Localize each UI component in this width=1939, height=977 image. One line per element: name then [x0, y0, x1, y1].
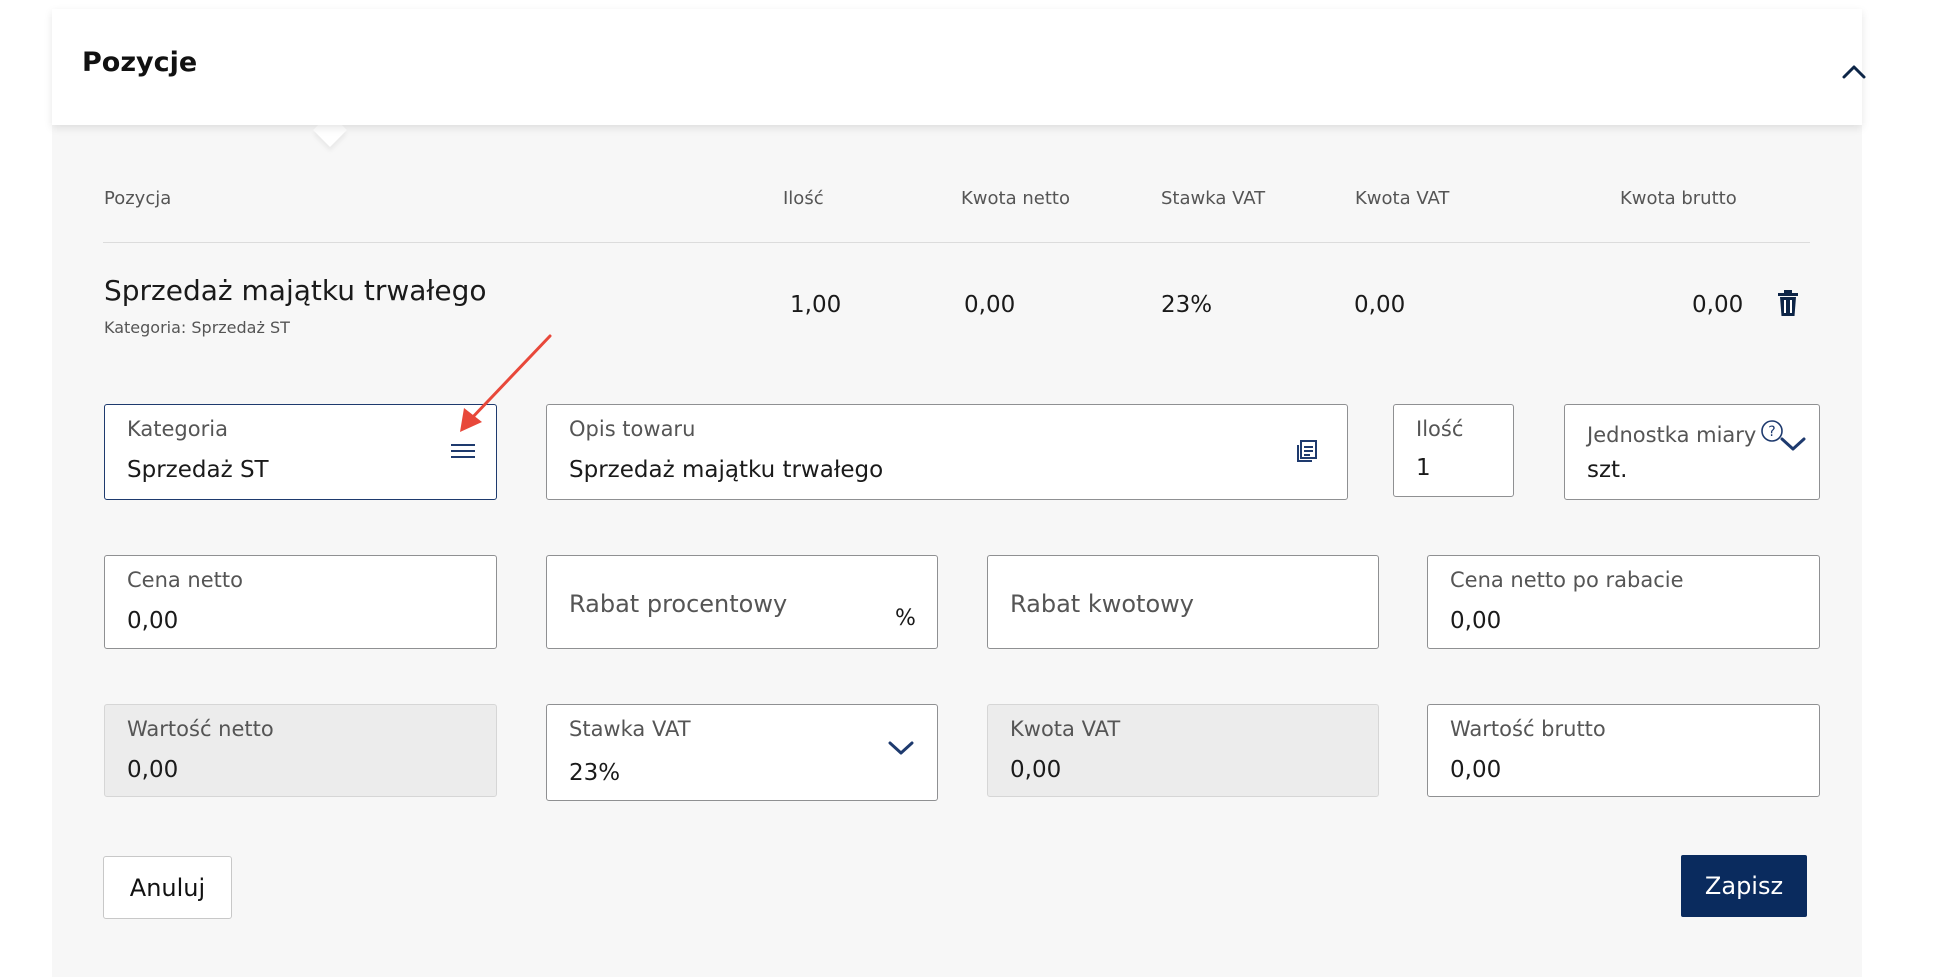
- cena-netto-po-rabacie-label: Cena netto po rabacie: [1450, 568, 1684, 592]
- wartosc-netto-field: Wartość netto 0,00: [104, 704, 497, 797]
- positions-panel-header[interactable]: Pozycje: [52, 9, 1866, 125]
- row-ilosc: 1,00: [790, 292, 842, 318]
- save-button[interactable]: Zapisz: [1681, 855, 1807, 917]
- cena-netto-po-rabacie-value: 0,00: [1450, 608, 1502, 634]
- header-kwota-brutto: Kwota brutto: [1620, 188, 1737, 209]
- header-kwota-vat: Kwota VAT: [1355, 188, 1450, 209]
- menu-icon[interactable]: [451, 443, 475, 463]
- chevron-down-icon[interactable]: [1779, 435, 1807, 457]
- kategoria-field[interactable]: Kategoria Sprzedaż ST: [104, 404, 497, 500]
- opis-towaru-value: Sprzedaż majątku trwałego: [569, 457, 884, 483]
- chevron-up-icon[interactable]: [1839, 57, 1869, 87]
- document-list-icon[interactable]: [1295, 439, 1319, 467]
- cena-netto-value: 0,00: [127, 608, 179, 634]
- svg-text:?: ?: [1768, 424, 1775, 440]
- wartosc-netto-label: Wartość netto: [127, 717, 274, 741]
- table-divider: [103, 242, 1810, 243]
- kwota-vat-value: 0,00: [1010, 757, 1062, 783]
- row-kwota-vat: 0,00: [1354, 292, 1406, 318]
- jednostka-miary-field[interactable]: Jednostka miary szt. ?: [1564, 404, 1820, 500]
- kwota-vat-field: Kwota VAT 0,00: [987, 704, 1379, 797]
- header-pozycja: Pozycja: [104, 188, 172, 209]
- row-item-category: Kategoria: Sprzedaż ST: [104, 318, 290, 337]
- row-stawka-vat: 23%: [1161, 292, 1213, 318]
- header-kwota-netto: Kwota netto: [961, 188, 1070, 209]
- row-kwota-netto: 0,00: [964, 292, 1016, 318]
- rabat-kwotowy-placeholder: Rabat kwotowy: [1010, 590, 1194, 618]
- header-stawka-vat: Stawka VAT: [1161, 188, 1266, 209]
- trash-icon[interactable]: [1776, 288, 1800, 318]
- wartosc-brutto-field[interactable]: Wartość brutto 0,00: [1427, 704, 1820, 797]
- rabat-procentowy-placeholder: Rabat procentowy: [569, 590, 788, 618]
- ilosc-value: 1: [1416, 455, 1431, 481]
- stawka-vat-value: 23%: [569, 760, 621, 786]
- section-title: Pozycje: [82, 47, 198, 78]
- rabat-procentowy-field[interactable]: Rabat procentowy %: [546, 555, 938, 649]
- cena-netto-field[interactable]: Cena netto 0,00: [104, 555, 497, 649]
- stawka-vat-label: Stawka VAT: [569, 717, 691, 741]
- wartosc-brutto-label: Wartość brutto: [1450, 717, 1606, 741]
- stawka-vat-field[interactable]: Stawka VAT 23%: [546, 704, 938, 801]
- cena-netto-label: Cena netto: [127, 568, 243, 592]
- wartosc-brutto-value: 0,00: [1450, 757, 1502, 783]
- positions-panel-body: [52, 125, 1862, 977]
- kwota-vat-label: Kwota VAT: [1010, 717, 1121, 741]
- jednostka-miary-value: szt.: [1587, 457, 1628, 483]
- opis-towaru-field[interactable]: Opis towaru Sprzedaż majątku trwałego: [546, 404, 1348, 500]
- cancel-button[interactable]: Anuluj: [103, 856, 232, 919]
- chevron-down-icon[interactable]: [887, 739, 915, 761]
- header-ilosc: Ilość: [783, 188, 824, 209]
- ilosc-field[interactable]: Ilość 1: [1393, 404, 1514, 497]
- opis-towaru-label: Opis towaru: [569, 417, 696, 441]
- ilosc-label: Ilość: [1416, 417, 1464, 441]
- percent-suffix: %: [895, 606, 916, 631]
- row-item-name: Sprzedaż majątku trwałego: [104, 274, 487, 307]
- rabat-kwotowy-field[interactable]: Rabat kwotowy: [987, 555, 1379, 649]
- cena-netto-po-rabacie-field[interactable]: Cena netto po rabacie 0,00: [1427, 555, 1820, 649]
- jednostka-miary-label: Jednostka miary: [1587, 423, 1757, 447]
- row-kwota-brutto: 0,00: [1692, 292, 1744, 318]
- kategoria-value: Sprzedaż ST: [127, 457, 269, 483]
- wartosc-netto-value: 0,00: [127, 757, 179, 783]
- kategoria-label: Kategoria: [127, 417, 228, 441]
